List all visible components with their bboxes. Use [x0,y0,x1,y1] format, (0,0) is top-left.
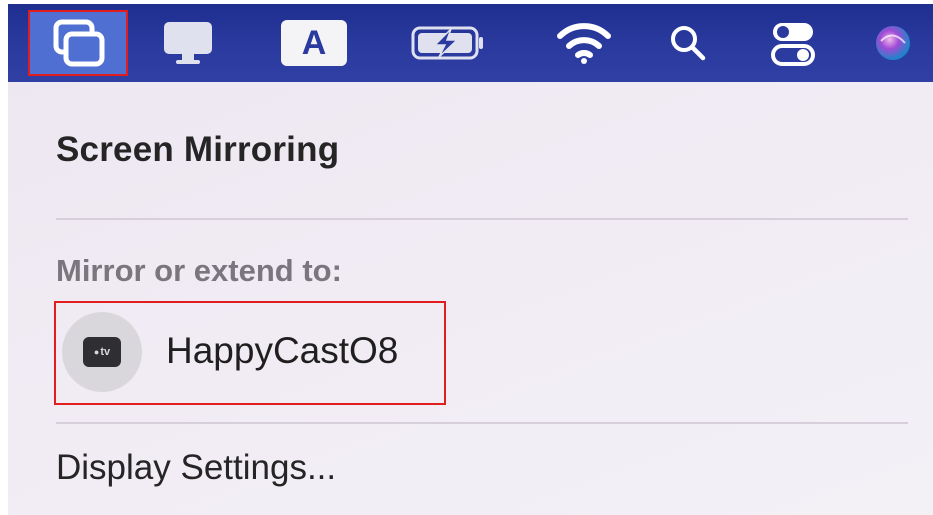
battery-charging-icon [409,23,489,63]
screen-mirroring-menu: Screen Mirroring Mirror or extend to: ● t… [8,82,933,515]
menu-divider [56,218,908,220]
spotlight-search-icon [668,23,708,63]
apple-tv-icon-text: tv [100,346,111,358]
menu-title: Screen Mirroring [56,130,340,169]
device-item-happycast[interactable]: ● tv HappyCastO8 [54,301,446,405]
mirror-section-label: Mirror or extend to: [56,253,342,288]
input-source-label: A [281,20,347,66]
screen-mirroring-button[interactable] [28,4,128,82]
device-icon-background: ● tv [62,312,142,392]
siri-icon [871,21,915,65]
screen-mirroring-icon [50,18,106,68]
spotlight-button[interactable] [658,4,718,82]
input-source-button[interactable]: A [276,4,352,82]
device-name: HappyCastO8 [166,330,399,371]
control-center-icon [769,19,817,67]
apple-tv-icon: ● tv [83,337,121,367]
wifi-button[interactable] [544,4,624,82]
wifi-icon [556,20,612,66]
display-icon [160,20,216,66]
siri-button[interactable] [860,4,926,82]
battery-button[interactable] [404,4,494,82]
display-settings-item[interactable]: Display Settings... [56,448,336,488]
menu-bar: A [8,4,933,82]
display-button[interactable] [148,4,228,82]
menu-divider-2 [56,422,908,424]
control-center-button[interactable] [760,4,826,82]
screenshot-frame: A Screen Mirroring Mirror or extend to: … [0,0,933,515]
